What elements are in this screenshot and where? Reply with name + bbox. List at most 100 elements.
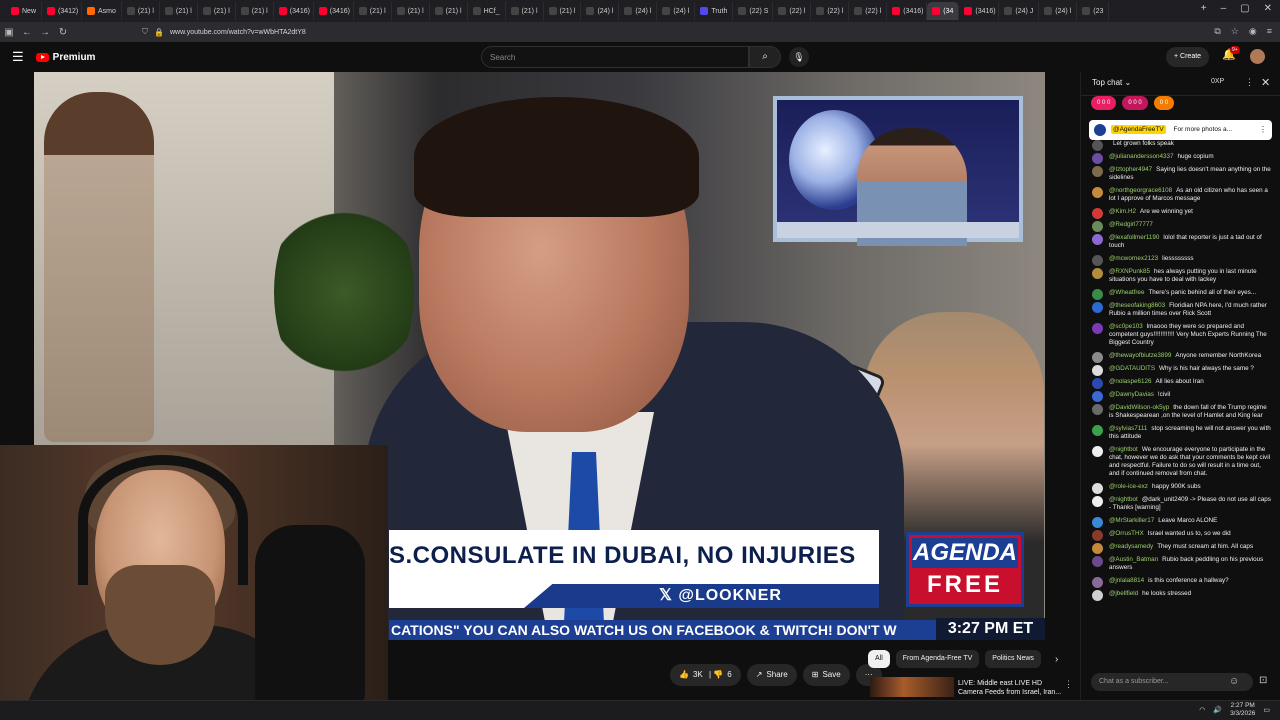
browser-tab[interactable]: (22) l — [773, 2, 812, 20]
chat-message[interactable]: @jnlala8814 is this conference a hallway? — [1089, 577, 1273, 588]
browser-tab[interactable]: (21) l — [122, 2, 160, 20]
chat-message[interactable]: @sylvias7111 stop screaming he will not a… — [1089, 425, 1273, 441]
browser-tab[interactable]: (22) l — [811, 2, 850, 20]
sidebar-toggle-icon[interactable]: ▣ — [0, 27, 18, 38]
chat-message[interactable]: @nightbot @dark_unit2409 -> Please do not… — [1089, 496, 1273, 512]
minimize-button[interactable]: – — [1221, 3, 1227, 14]
browser-tab[interactable]: (23 — [1077, 2, 1110, 20]
browser-tab[interactable]: (21) l — [236, 2, 274, 20]
close-window-button[interactable]: ✕ — [1264, 3, 1272, 14]
back-button[interactable]: ← — [18, 27, 36, 38]
bookmark-icon[interactable]: ☆ — [1231, 26, 1239, 37]
browser-tab[interactable]: (3416) — [274, 2, 314, 20]
youtube-logo[interactable]: Premium — [35, 52, 95, 63]
more-vert-icon[interactable]: ⋮ — [1064, 679, 1073, 690]
browser-tab[interactable]: (24) J — [999, 2, 1040, 20]
browser-tab[interactable]: (3416) — [314, 2, 354, 20]
recommended-video[interactable]: LIVE: Middle east LIVE HD Camera Feeds f… — [870, 677, 1073, 697]
search-input[interactable]: Search — [481, 46, 749, 68]
thumbs-down-icon[interactable]: | 👎 — [707, 664, 723, 686]
chat-ticker-item[interactable]: 0 0 — [1153, 96, 1175, 110]
browser-tab[interactable]: (24) l — [657, 2, 696, 20]
chat-ticker-item[interactable]: 0 0 0 — [1091, 96, 1117, 110]
chip-all[interactable]: All — [868, 650, 890, 668]
browser-tab[interactable]: (22) l — [849, 2, 888, 20]
browser-tab[interactable]: HCf_ — [468, 2, 506, 20]
chat-message[interactable]: @DavidWilson-ok5yp the down fall of the T… — [1089, 404, 1273, 420]
wifi-icon[interactable]: ◠ — [1199, 706, 1205, 714]
voice-search-button[interactable]: 🎙 — [789, 47, 809, 67]
browser-tab[interactable]: Asmo — [82, 2, 122, 20]
account-avatar[interactable] — [1250, 49, 1265, 64]
gift-icon[interactable]: ⊡ — [1259, 675, 1267, 686]
chat-message[interactable]: @Redgirl77777 — [1089, 221, 1273, 232]
chat-message[interactable]: Let grown folks speak — [1089, 140, 1273, 151]
chat-message[interactable]: @MrStarkiller17 Leave Marco ALONE — [1089, 517, 1273, 528]
browser-tab[interactable]: (21) l — [430, 2, 468, 20]
new-tab-button[interactable]: + — [1201, 3, 1207, 14]
chat-message[interactable]: @DawnyDavias !civil — [1089, 391, 1273, 402]
browser-tab[interactable]: Truth — [695, 2, 734, 20]
forward-button[interactable]: → — [36, 27, 54, 38]
chat-mode-dropdown[interactable]: Top chat ⌄ — [1092, 78, 1131, 87]
emoji-icon[interactable]: ☺ — [1229, 676, 1239, 687]
browser-tab[interactable]: (21) l — [506, 2, 544, 20]
chat-message[interactable]: @role-ice-exz happy 900K subs — [1089, 483, 1273, 494]
chat-message[interactable]: @sc0pe103 lmaooo they were so prepared an… — [1089, 323, 1273, 347]
browser-tab[interactable]: (21) l — [544, 2, 582, 20]
menu-icon[interactable]: ≡ — [1267, 26, 1272, 37]
like-button[interactable]: 👍 3K | 👎 6 — [670, 664, 741, 686]
extensions-icon[interactable]: ⧉ — [1214, 26, 1220, 37]
browser-tab[interactable]: (3412) — [42, 2, 83, 20]
pinned-message[interactable]: @AgendaFreeTV For more photos a... ⋮ — [1089, 120, 1272, 140]
chat-message[interactable]: @OrrusTHX Israel wanted us to, so we did — [1089, 530, 1273, 541]
pinned-more-icon[interactable]: ⋮ — [1259, 120, 1267, 140]
hamburger-menu-icon[interactable]: ☰ — [12, 49, 24, 65]
chat-message[interactable]: @Wheatfree There's panic behind all of th… — [1089, 289, 1273, 300]
chip-politics-news[interactable]: Politics News — [985, 650, 1041, 668]
chat-ticker-item[interactable]: 0 0 0 — [1122, 96, 1148, 110]
maximize-button[interactable]: ▢ — [1240, 3, 1249, 14]
reload-button[interactable]: ↻ — [54, 27, 72, 38]
chat-message[interactable]: @Austin_Batman Rubio back peddling on his… — [1089, 556, 1273, 572]
profile-icon[interactable]: ◉ — [1249, 26, 1257, 37]
browser-tab[interactable]: (21) l — [198, 2, 236, 20]
chat-message[interactable]: @nightbot We encourage everyone to partic… — [1089, 446, 1273, 478]
browser-tab[interactable]: (3416) — [887, 2, 928, 20]
address-field[interactable]: ⛉ 🔒 www.youtube.com/watch?v=wWbHTA2dtY8 — [142, 27, 306, 37]
chevron-right-icon[interactable]: › — [1055, 654, 1058, 665]
browser-tab[interactable]: (24) l — [1039, 2, 1078, 20]
browser-tab[interactable]: (21) l — [392, 2, 430, 20]
browser-tab[interactable]: (34 — [927, 2, 960, 20]
chat-message[interactable]: @jbellfield he looks stressed — [1089, 590, 1273, 601]
save-button[interactable]: ⊞ Save — [802, 664, 850, 686]
create-button[interactable]: + Create — [1166, 47, 1210, 67]
chat-message[interactable]: @northgeorgrace6108 As an old citizen who… — [1089, 187, 1273, 203]
share-button[interactable]: ↗ Share — [746, 664, 797, 686]
browser-tab[interactable]: (24) l — [619, 2, 658, 20]
chat-message[interactable]: @theseofaking8603 Floridian NPA here, I'd… — [1089, 302, 1273, 318]
search-button[interactable]: ⌕ — [749, 46, 781, 68]
browser-tab[interactable]: (21) l — [160, 2, 198, 20]
chat-message[interactable]: @GDATAUDITS Why is his hair always the sa… — [1089, 365, 1273, 376]
clock[interactable]: 2:27 PM 3/3/2026 — [1230, 702, 1255, 718]
chat-message[interactable]: @Kim.H2 Are we winning yet — [1089, 208, 1273, 219]
chat-message[interactable]: @Iztopher4947 Saying lies doesn't mean an… — [1089, 166, 1273, 182]
chat-options-icon[interactable]: ⋮ — [1245, 77, 1254, 88]
browser-tab[interactable]: New — [6, 2, 43, 20]
chat-message[interactable]: @thewayofbiutze3899 Anyone remember North… — [1089, 352, 1273, 363]
volume-icon[interactable]: 🔊 — [1213, 706, 1222, 714]
browser-tab[interactable]: (24) l — [581, 2, 620, 20]
chip-from-channel[interactable]: From Agenda-Free TV — [895, 650, 980, 668]
chat-message[interactable]: @julianandersson4337 huge copium — [1089, 153, 1273, 164]
chat-message[interactable]: @nolaspe6126 All lies about Iran — [1089, 378, 1273, 389]
browser-tab[interactable]: (3416) — [959, 2, 1000, 20]
chat-message[interactable]: @mcwornex2123 liessssssss — [1089, 255, 1273, 266]
chat-message[interactable]: @RXNPunk85 hes always putting you in last… — [1089, 268, 1273, 284]
browser-tab[interactable]: (22) S — [733, 2, 774, 20]
chat-message[interactable]: @readysamedy They must scream at him. All… — [1089, 543, 1273, 554]
close-icon[interactable]: ✕ — [1261, 76, 1270, 89]
chat-message[interactable]: @lexafollmer1190 lolol that reporter is j… — [1089, 234, 1273, 250]
browser-tab[interactable]: (21) l — [354, 2, 392, 20]
notification-center-icon[interactable]: ▭ — [1263, 706, 1270, 714]
